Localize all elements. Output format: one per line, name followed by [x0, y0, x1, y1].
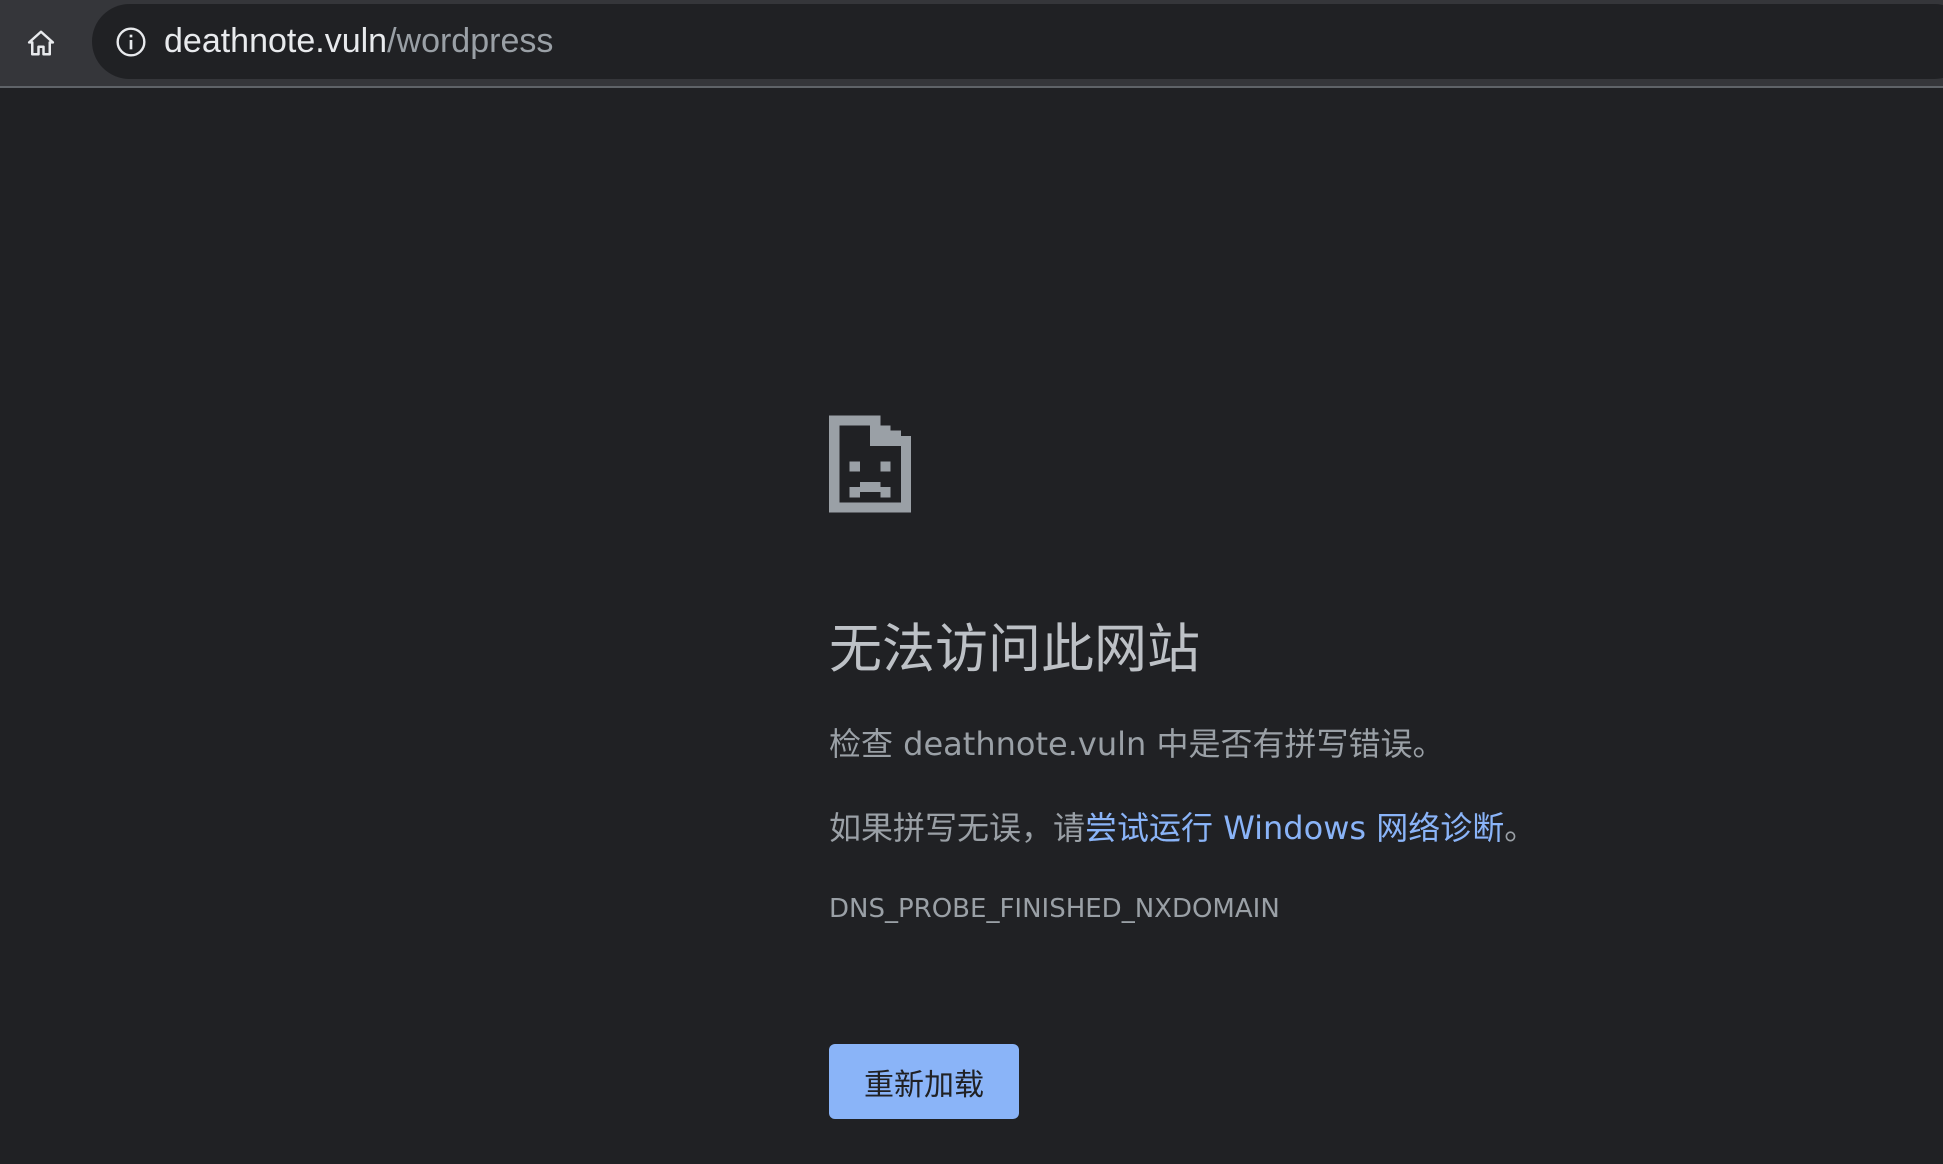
- info-icon: [116, 26, 146, 57]
- network-diagnostics-link[interactable]: 尝试运行 Windows 网络诊断: [1085, 809, 1504, 847]
- diagnostics-suffix: 。: [1504, 809, 1537, 847]
- address-bar[interactable]: deathnote.vuln/wordpress: [92, 4, 1943, 79]
- error-suggestion-diagnostics: 如果拼写无误，请尝试运行 Windows 网络诊断。: [829, 812, 1829, 844]
- home-button[interactable]: [12, 14, 70, 72]
- url-path: /wordpress: [387, 22, 554, 60]
- site-info-button[interactable]: [114, 25, 148, 59]
- browser-toolbar: deathnote.vuln/wordpress: [0, 0, 1943, 88]
- url-host: deathnote.vuln: [164, 22, 388, 60]
- error-title: 无法访问此网站: [829, 619, 1200, 680]
- home-icon: [27, 30, 55, 56]
- error-code: DNS_PROBE_FINISHED_NXDOMAIN: [829, 894, 1280, 924]
- sad-document-icon: [829, 415, 911, 513]
- diagnostics-prefix: 如果拼写无误，请: [829, 809, 1086, 847]
- error-content: 无法访问此网站 检查 deathnote.vuln 中是否有拼写错误。 如果拼写…: [829, 415, 1829, 1119]
- error-suggestion-spelling: 检查 deathnote.vuln 中是否有拼写错误。: [829, 725, 1445, 763]
- url-text[interactable]: deathnote.vuln/wordpress: [164, 22, 553, 61]
- reload-button[interactable]: 重新加载: [829, 1044, 1019, 1119]
